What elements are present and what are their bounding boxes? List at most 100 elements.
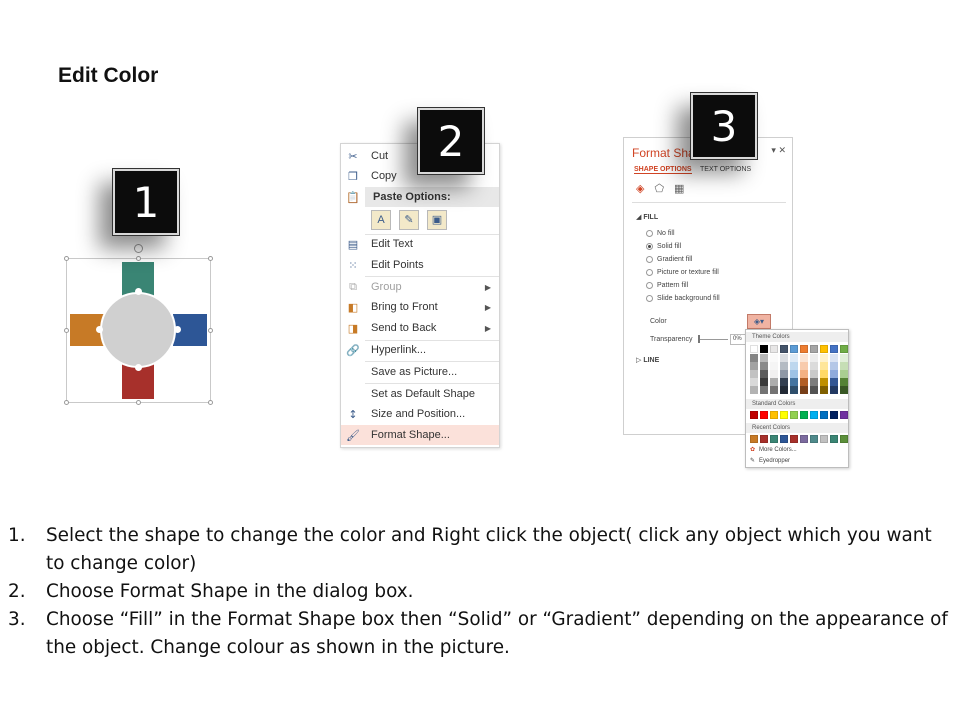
resize-handle[interactable] <box>64 256 69 261</box>
fill-option-no-fill[interactable]: No fill <box>646 230 675 237</box>
tab-shape-options[interactable]: SHAPE OPTIONS <box>634 166 692 174</box>
theme-color-swatch[interactable] <box>800 345 808 353</box>
menu-item-edit-points[interactable]: ⁙ Edit Points <box>341 255 499 275</box>
theme-shade-swatch[interactable] <box>810 354 818 362</box>
radio-button[interactable] <box>646 282 653 289</box>
theme-shade-swatch[interactable] <box>810 378 818 386</box>
theme-shade-swatch[interactable] <box>750 370 758 378</box>
radio-button[interactable] <box>646 269 653 276</box>
fill-color-dropdown[interactable]: ◈▾ <box>747 314 771 329</box>
radio-button[interactable] <box>646 256 653 263</box>
menu-item-group[interactable]: ⧉ Group ▶ <box>341 277 499 297</box>
theme-shade-swatch[interactable] <box>830 362 838 370</box>
theme-color-swatch[interactable] <box>790 345 798 353</box>
theme-shade-swatch[interactable] <box>770 362 778 370</box>
paste-picture-icon[interactable]: ▣ <box>427 210 447 230</box>
fill-line-icon[interactable]: ◈ <box>636 182 644 195</box>
theme-shade-swatch[interactable] <box>760 386 768 394</box>
recent-color-swatch[interactable] <box>770 435 778 443</box>
pane-options-chevron-icon[interactable]: ▾ <box>771 145 776 155</box>
theme-shade-swatch[interactable] <box>750 354 758 362</box>
theme-shade-swatch[interactable] <box>780 370 788 378</box>
menu-item-size-and-position[interactable]: ↕ Size and Position... <box>341 404 499 424</box>
theme-shade-swatch[interactable] <box>800 386 808 394</box>
recent-color-swatch[interactable] <box>780 435 788 443</box>
theme-shade-swatch[interactable] <box>810 362 818 370</box>
theme-shade-swatch[interactable] <box>820 378 828 386</box>
theme-shade-swatch[interactable] <box>760 354 768 362</box>
recent-color-swatch[interactable] <box>800 435 808 443</box>
theme-shade-swatch[interactable] <box>780 378 788 386</box>
theme-shade-swatch[interactable] <box>790 378 798 386</box>
recent-color-swatch[interactable] <box>790 435 798 443</box>
theme-color-swatch[interactable] <box>830 345 838 353</box>
rotate-handle-icon[interactable] <box>134 244 143 253</box>
transparency-slider-thumb[interactable] <box>698 335 700 343</box>
standard-color-swatch[interactable] <box>800 411 808 419</box>
line-section-header[interactable]: ▷ LINE <box>636 356 659 364</box>
resize-handle[interactable] <box>64 328 69 333</box>
recent-color-swatch[interactable] <box>760 435 768 443</box>
cross-shape-diagram[interactable] <box>63 244 213 405</box>
theme-shade-swatch[interactable] <box>820 354 828 362</box>
resize-handle[interactable] <box>136 256 141 261</box>
theme-shade-swatch[interactable] <box>810 370 818 378</box>
standard-color-swatch[interactable] <box>770 411 778 419</box>
fill-option-pattern-fill[interactable]: Pattern fill <box>646 282 688 289</box>
theme-shade-swatch[interactable] <box>750 386 758 394</box>
theme-shade-swatch[interactable] <box>800 354 808 362</box>
theme-shade-swatch[interactable] <box>830 370 838 378</box>
theme-shade-swatch[interactable] <box>790 370 798 378</box>
recent-color-swatch[interactable] <box>830 435 838 443</box>
theme-shade-swatch[interactable] <box>770 354 778 362</box>
recent-color-swatch[interactable] <box>840 435 848 443</box>
theme-color-swatch[interactable] <box>750 345 758 353</box>
theme-color-swatch[interactable] <box>780 345 788 353</box>
resize-handle[interactable] <box>64 400 69 405</box>
radio-button[interactable] <box>646 243 653 250</box>
theme-shade-swatch[interactable] <box>820 386 828 394</box>
standard-color-swatch[interactable] <box>840 411 848 419</box>
radio-button[interactable] <box>646 230 653 237</box>
fill-option-picture-fill[interactable]: Picture or texture fill <box>646 269 719 276</box>
theme-shade-swatch[interactable] <box>830 378 838 386</box>
theme-shade-swatch[interactable] <box>800 362 808 370</box>
standard-color-swatch[interactable] <box>790 411 798 419</box>
theme-shade-swatch[interactable] <box>770 386 778 394</box>
theme-shade-swatch[interactable] <box>790 354 798 362</box>
close-icon[interactable]: ✕ <box>778 145 786 155</box>
resize-handle[interactable] <box>208 256 213 261</box>
theme-shade-swatch[interactable] <box>760 362 768 370</box>
theme-shade-swatch[interactable] <box>840 386 848 394</box>
fill-option-slide-background-fill[interactable]: Slide background fill <box>646 295 720 302</box>
theme-shade-swatch[interactable] <box>810 386 818 394</box>
paste-use-destination-icon[interactable]: A <box>371 210 391 230</box>
theme-shade-swatch[interactable] <box>840 354 848 362</box>
theme-shade-swatch[interactable] <box>820 362 828 370</box>
fill-option-gradient-fill[interactable]: Gradient fill <box>646 256 692 263</box>
menu-item-save-as-picture[interactable]: Save as Picture... <box>341 362 499 382</box>
recent-color-swatch[interactable] <box>810 435 818 443</box>
standard-color-swatch[interactable] <box>810 411 818 419</box>
theme-shade-swatch[interactable] <box>790 386 798 394</box>
theme-shade-swatch[interactable] <box>830 386 838 394</box>
standard-color-swatch[interactable] <box>760 411 768 419</box>
theme-color-swatch[interactable] <box>810 345 818 353</box>
menu-item-edit-text[interactable]: ▤ Edit Text <box>341 234 499 254</box>
theme-shade-swatch[interactable] <box>760 370 768 378</box>
theme-shade-swatch[interactable] <box>840 362 848 370</box>
theme-color-swatch[interactable] <box>760 345 768 353</box>
effects-icon[interactable]: ⬠ <box>654 182 664 195</box>
transparency-slider-track[interactable] <box>698 339 728 340</box>
theme-color-swatch[interactable] <box>820 345 828 353</box>
theme-shade-swatch[interactable] <box>840 378 848 386</box>
standard-color-swatch[interactable] <box>830 411 838 419</box>
recent-color-swatch[interactable] <box>820 435 828 443</box>
more-colors-item[interactable]: ✿ More Colors... <box>750 446 797 454</box>
theme-color-swatch[interactable] <box>770 345 778 353</box>
menu-item-hyperlink[interactable]: 🔗 Hyperlink... <box>341 340 499 360</box>
theme-shade-swatch[interactable] <box>750 362 758 370</box>
menu-item-send-to-back[interactable]: ◨ Send to Back ▶ <box>341 318 499 338</box>
standard-color-swatch[interactable] <box>750 411 758 419</box>
recent-color-swatch[interactable] <box>750 435 758 443</box>
